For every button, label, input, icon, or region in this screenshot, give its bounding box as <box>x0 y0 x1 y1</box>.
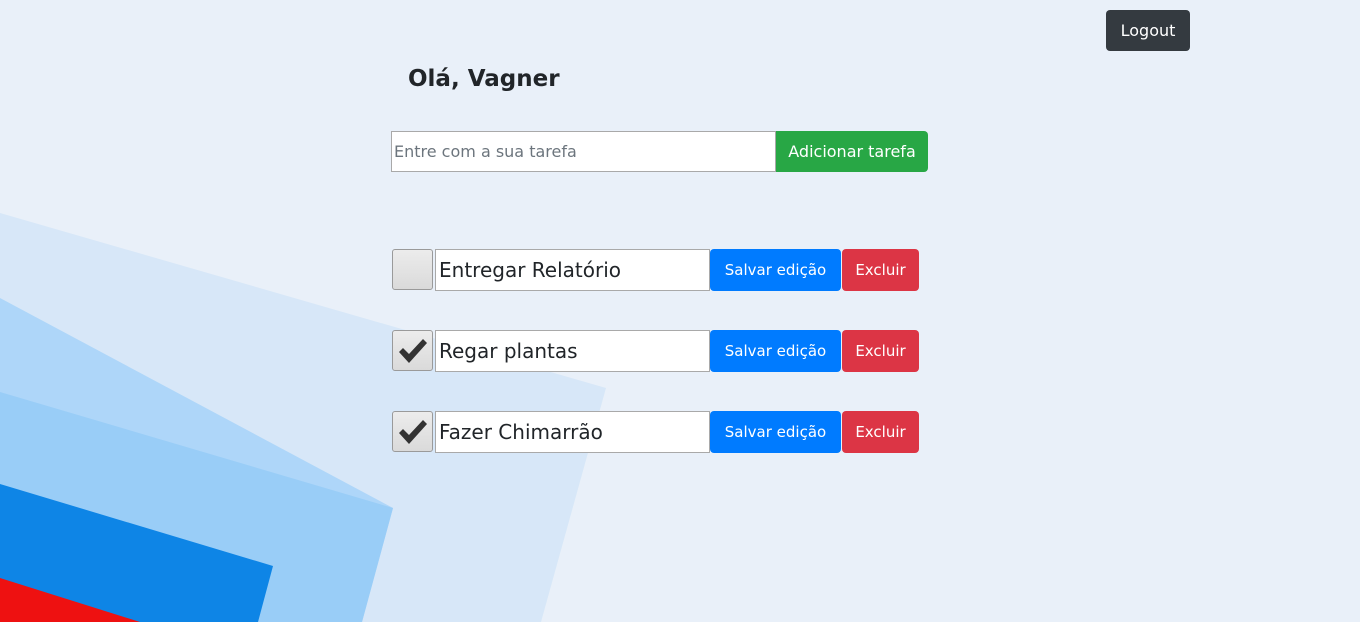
save-edit-button[interactable]: Salvar edição <box>710 330 841 372</box>
page-title: Olá, Vagner <box>408 66 560 92</box>
task-item: Salvar edição Excluir <box>391 249 919 291</box>
task-checkbox[interactable] <box>392 411 433 452</box>
task-text-field[interactable] <box>435 330 710 372</box>
logout-button[interactable]: Logout <box>1106 10 1190 51</box>
add-task-button[interactable]: Adicionar tarefa <box>776 131 928 172</box>
new-task-input[interactable] <box>391 131 776 172</box>
background-decoration <box>0 213 606 622</box>
task-item: Salvar edição Excluir <box>391 330 919 372</box>
checkmark-icon <box>398 338 427 363</box>
task-text-field[interactable] <box>435 411 710 453</box>
save-edit-button[interactable]: Salvar edição <box>710 411 841 453</box>
delete-button[interactable]: Excluir <box>842 411 919 453</box>
delete-button[interactable]: Excluir <box>842 249 919 291</box>
task-text-field[interactable] <box>435 249 710 291</box>
task-checkbox[interactable] <box>392 330 433 371</box>
task-item: Salvar edição Excluir <box>391 411 919 453</box>
task-checkbox[interactable] <box>392 249 433 290</box>
save-edit-button[interactable]: Salvar edição <box>710 249 841 291</box>
delete-button[interactable]: Excluir <box>842 330 919 372</box>
checkmark-icon <box>398 419 427 444</box>
